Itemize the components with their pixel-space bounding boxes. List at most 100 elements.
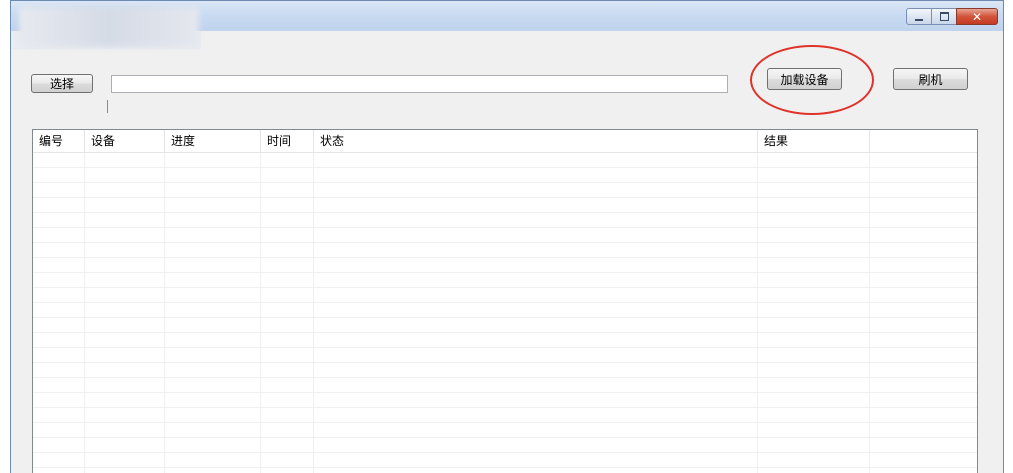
empty-cell (870, 183, 977, 197)
empty-cell (33, 438, 85, 452)
empty-cell (314, 243, 758, 257)
minimize-button[interactable] (906, 8, 932, 25)
list-header: 编号 设备 进度 时间 状态 结果 (33, 130, 977, 153)
empty-cell (165, 468, 261, 473)
empty-cell (261, 453, 314, 467)
empty-cell (314, 393, 758, 407)
empty-row (33, 438, 977, 453)
empty-cell (870, 288, 977, 302)
column-header-result[interactable]: 结果 (758, 130, 870, 152)
empty-cell (165, 348, 261, 362)
empty-cell (165, 168, 261, 182)
empty-cell (314, 408, 758, 422)
empty-cell (33, 378, 85, 392)
empty-cell (314, 288, 758, 302)
close-button[interactable]: ✕ (956, 8, 998, 25)
empty-cell (758, 393, 870, 407)
device-list[interactable]: 编号 设备 进度 时间 状态 结果 (32, 129, 978, 473)
empty-cell (758, 153, 870, 167)
empty-cell (165, 228, 261, 242)
empty-cell (85, 393, 165, 407)
empty-row (33, 393, 977, 408)
empty-cell (33, 213, 85, 227)
flash-button[interactable]: 刷机 (893, 68, 968, 90)
empty-cell (85, 303, 165, 317)
empty-cell (870, 318, 977, 332)
empty-cell (314, 348, 758, 362)
empty-cell (870, 363, 977, 377)
empty-cell (85, 348, 165, 362)
empty-cell (33, 303, 85, 317)
empty-cell (870, 198, 977, 212)
empty-cell (261, 348, 314, 362)
empty-cell (261, 393, 314, 407)
empty-cell (33, 408, 85, 422)
empty-cell (85, 318, 165, 332)
empty-cell (870, 258, 977, 272)
empty-cell (85, 363, 165, 377)
empty-cell (758, 213, 870, 227)
empty-cell (261, 408, 314, 422)
select-button[interactable]: 选择 (31, 74, 93, 93)
column-header-status[interactable]: 状态 (314, 130, 758, 152)
empty-cell (314, 198, 758, 212)
empty-cell (758, 348, 870, 362)
empty-cell (85, 273, 165, 287)
empty-cell (758, 318, 870, 332)
maximize-button[interactable] (931, 8, 957, 25)
empty-cell (870, 168, 977, 182)
empty-cell (165, 378, 261, 392)
empty-cell (261, 273, 314, 287)
empty-cell (261, 303, 314, 317)
empty-cell (85, 453, 165, 467)
empty-cell (165, 408, 261, 422)
highlight-annotation-ring (750, 45, 874, 115)
empty-cell (758, 408, 870, 422)
empty-row (33, 228, 977, 243)
empty-row (33, 198, 977, 213)
empty-cell (870, 153, 977, 167)
empty-cell (870, 408, 977, 422)
empty-cell (33, 363, 85, 377)
empty-cell (85, 198, 165, 212)
empty-cell (165, 273, 261, 287)
empty-row (33, 453, 977, 468)
empty-cell (261, 258, 314, 272)
empty-row (33, 153, 977, 168)
app-window: ✕ 选择 加载设备 刷机 编号 设备 进度 时间 状态 结果 (10, 0, 1004, 473)
empty-cell (314, 213, 758, 227)
empty-row (33, 288, 977, 303)
empty-cell (85, 378, 165, 392)
column-header-progress[interactable]: 进度 (165, 130, 261, 152)
empty-cell (33, 348, 85, 362)
empty-cell (758, 363, 870, 377)
empty-row (33, 318, 977, 333)
empty-row (33, 303, 977, 318)
empty-row (33, 468, 977, 473)
empty-row (33, 273, 977, 288)
empty-cell (261, 288, 314, 302)
empty-cell (261, 243, 314, 257)
empty-cell (870, 378, 977, 392)
empty-row (33, 423, 977, 438)
empty-cell (33, 258, 85, 272)
empty-cell (85, 288, 165, 302)
column-header-device[interactable]: 设备 (85, 130, 165, 152)
path-input[interactable] (111, 75, 728, 93)
empty-cell (85, 243, 165, 257)
empty-cell (870, 303, 977, 317)
empty-cell (758, 438, 870, 452)
empty-cell (758, 183, 870, 197)
empty-cell (758, 288, 870, 302)
empty-row (33, 258, 977, 273)
empty-cell (165, 183, 261, 197)
empty-cell (85, 423, 165, 437)
empty-cell (758, 228, 870, 242)
empty-cell (314, 363, 758, 377)
maximize-icon (939, 12, 949, 21)
list-rows (33, 153, 977, 473)
column-header-number[interactable]: 编号 (33, 130, 85, 152)
minimize-icon (915, 18, 923, 21)
empty-cell (165, 318, 261, 332)
column-header-time[interactable]: 时间 (261, 130, 314, 152)
